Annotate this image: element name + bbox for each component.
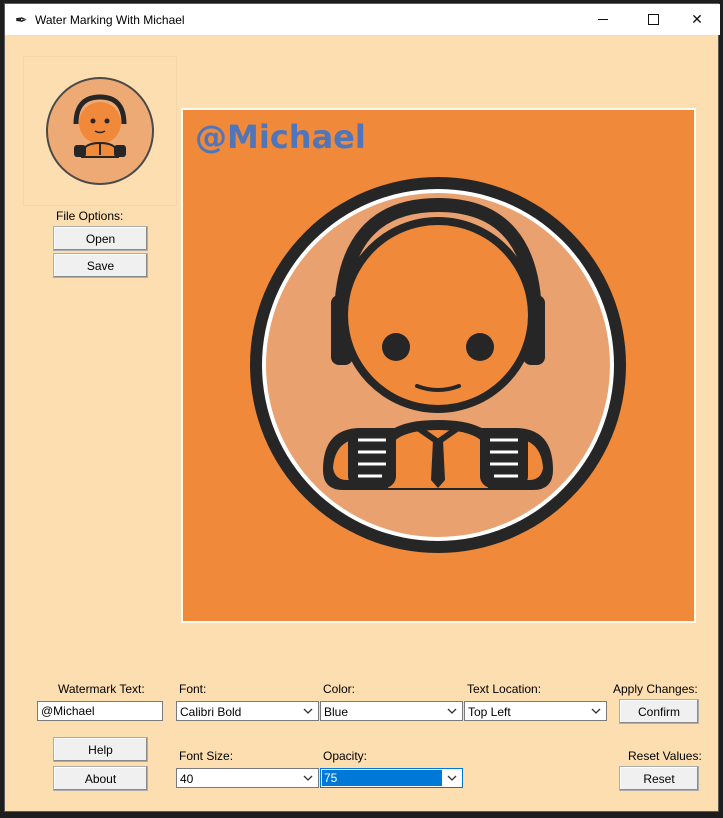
- font-select[interactable]: Calibri Bold: [176, 701, 319, 721]
- chevron-down-icon: [447, 708, 457, 714]
- color-select[interactable]: Blue: [320, 701, 463, 721]
- feather-icon: ✒: [15, 12, 28, 29]
- close-button[interactable]: ✕: [674, 4, 720, 35]
- chevron-down-icon: [303, 708, 313, 714]
- save-button[interactable]: Save: [53, 253, 148, 278]
- help-button[interactable]: Help: [53, 737, 148, 762]
- chevron-down-icon: [591, 708, 601, 714]
- opacity-select-value: 75: [322, 770, 442, 786]
- reset-button[interactable]: Reset: [619, 766, 699, 791]
- window-title: Water Marking With Michael: [35, 13, 185, 27]
- text-location-select[interactable]: Top Left: [464, 701, 607, 721]
- reset-values-label: Reset Values:: [628, 749, 702, 763]
- minimize-button[interactable]: [580, 4, 626, 35]
- watermark-text-input[interactable]: @Michael: [37, 701, 163, 721]
- file-options-label: File Options:: [56, 209, 124, 223]
- image-preview: @Michael: [181, 108, 696, 623]
- logo-frame: [23, 56, 177, 206]
- chevron-down-icon: [447, 775, 457, 781]
- app-window: ✒ Water Marking With Michael ✕ File Opti…: [4, 3, 720, 812]
- maximize-button[interactable]: [630, 4, 676, 35]
- font-size-label: Font Size:: [179, 749, 234, 763]
- color-select-value: Blue: [324, 705, 349, 719]
- watermark-text-label: Watermark Text:: [58, 682, 145, 696]
- font-select-value: Calibri Bold: [180, 705, 242, 719]
- title-bar: ✒ Water Marking With Michael ✕: [5, 4, 720, 35]
- opacity-select[interactable]: 75: [320, 768, 463, 788]
- open-button[interactable]: Open: [53, 226, 148, 251]
- maximize-icon: [647, 14, 659, 25]
- watermark-preview-text: @Michael: [195, 118, 366, 156]
- text-location-select-value: Top Left: [468, 705, 511, 719]
- logo-image: [46, 77, 154, 185]
- opacity-label: Opacity:: [323, 749, 368, 763]
- chevron-down-icon: [303, 775, 313, 781]
- color-label: Color:: [323, 682, 356, 696]
- text-location-label: Text Location:: [467, 682, 542, 696]
- about-button[interactable]: About: [53, 766, 148, 791]
- font-size-select-value: 40: [180, 772, 194, 786]
- apply-changes-label: Apply Changes:: [613, 682, 698, 696]
- confirm-button[interactable]: Confirm: [619, 699, 699, 724]
- minimize-icon: [598, 19, 608, 20]
- close-icon: ✕: [691, 11, 703, 27]
- mascot-logo-icon: [73, 94, 127, 158]
- font-size-select[interactable]: 40: [176, 768, 319, 788]
- mascot-image-icon: [183, 110, 694, 621]
- font-label: Font:: [179, 682, 207, 696]
